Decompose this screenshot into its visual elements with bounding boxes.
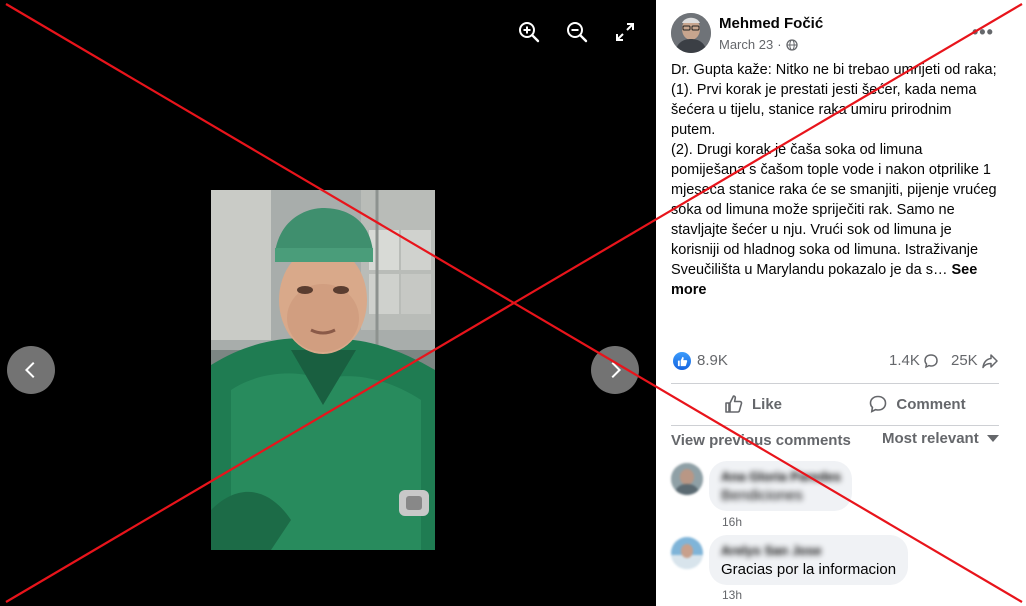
comment-text: Gracias por la informacion [721, 561, 897, 578]
like-button[interactable]: Like [671, 384, 835, 424]
author-name[interactable]: Mehmed Fočić [719, 15, 823, 32]
expand-icon [616, 23, 634, 41]
meta-separator: · [777, 37, 782, 52]
commenter-avatar[interactable] [671, 463, 703, 495]
post-paragraph: (1). Prvi korak je prestati jesti šećer,… [671, 82, 977, 138]
share-arrow-icon [981, 353, 998, 368]
post-photo[interactable] [211, 190, 435, 550]
fullscreen-button[interactable] [611, 18, 639, 46]
comment-sort-dropdown[interactable]: Most relevant [882, 430, 999, 447]
like-label: Like [751, 395, 782, 413]
reaction-count[interactable]: 8.9K [697, 352, 728, 369]
comment-outline-icon [870, 395, 887, 413]
share-count[interactable]: 25K [951, 352, 998, 369]
thumbs-up-outline-icon [725, 395, 743, 413]
commenter-name[interactable]: Ana Gloria Paredes [721, 469, 841, 484]
comment-label: Comment [896, 395, 966, 413]
thumbs-up-icon [677, 356, 687, 366]
more-options-button[interactable]: ••• [972, 22, 994, 43]
post-date[interactable]: March 23 [719, 37, 773, 52]
post-side-panel: Mehmed Fočić March 23 · ••• Dr. Gupta ka… [656, 0, 1026, 606]
post-meta: March 23 · [719, 37, 798, 52]
zoom-out-button[interactable] [563, 18, 591, 46]
chevron-left-icon [24, 361, 35, 379]
author-avatar[interactable] [671, 13, 711, 53]
commenter-avatar[interactable] [671, 537, 703, 569]
previous-photo-button[interactable] [7, 346, 55, 394]
post-text: Dr. Gupta kaže: Nitko ne bi trebao umrij… [671, 60, 999, 300]
comment-bubble: Ana Gloria Paredes Bendiciones [709, 461, 852, 511]
share-count-value: 25K [951, 352, 978, 369]
view-previous-comments-link[interactable]: View previous comments [671, 432, 851, 449]
commenter-photo [671, 463, 703, 495]
comment-bubble-icon [924, 353, 938, 368]
author-photo [671, 13, 711, 53]
comment-text: Bendiciones [721, 487, 803, 504]
divider [671, 425, 999, 426]
comment-count-value: 1.4K [889, 352, 920, 369]
chevron-right-icon [611, 361, 622, 379]
doctor-portrait-image [211, 190, 435, 550]
commenter-name[interactable]: Arelys San Jose [721, 543, 896, 558]
globe-icon [785, 38, 798, 51]
comment-button[interactable]: Comment [835, 384, 999, 424]
sort-label: Most relevant [882, 430, 979, 447]
post-paragraph: (2). Drugi korak je čaša soka od limuna … [671, 140, 999, 300]
comment-timestamp[interactable]: 16h [722, 515, 742, 529]
photo-viewer [0, 0, 656, 606]
zoom-in-button[interactable] [515, 18, 543, 46]
post-stats: 8.9K 1.4K 25K [671, 350, 999, 374]
post-paragraph: Dr. Gupta kaže: Nitko ne bi trebao umrij… [671, 62, 997, 78]
next-photo-button[interactable] [591, 346, 639, 394]
post-actions: Like Comment [671, 384, 999, 424]
caret-down-icon [986, 434, 999, 442]
like-reaction-icon[interactable] [673, 352, 691, 370]
zoom-out-icon [567, 22, 588, 43]
comment-bubble: Arelys San Jose Gracias por la informaci… [709, 535, 908, 585]
zoom-in-icon [519, 22, 540, 43]
post-paragraph-text: (2). Drugi korak je čaša soka od limuna … [671, 142, 997, 278]
comment-timestamp[interactable]: 13h [722, 588, 742, 602]
comment-count[interactable]: 1.4K [889, 352, 939, 369]
commenter-photo [671, 537, 703, 569]
